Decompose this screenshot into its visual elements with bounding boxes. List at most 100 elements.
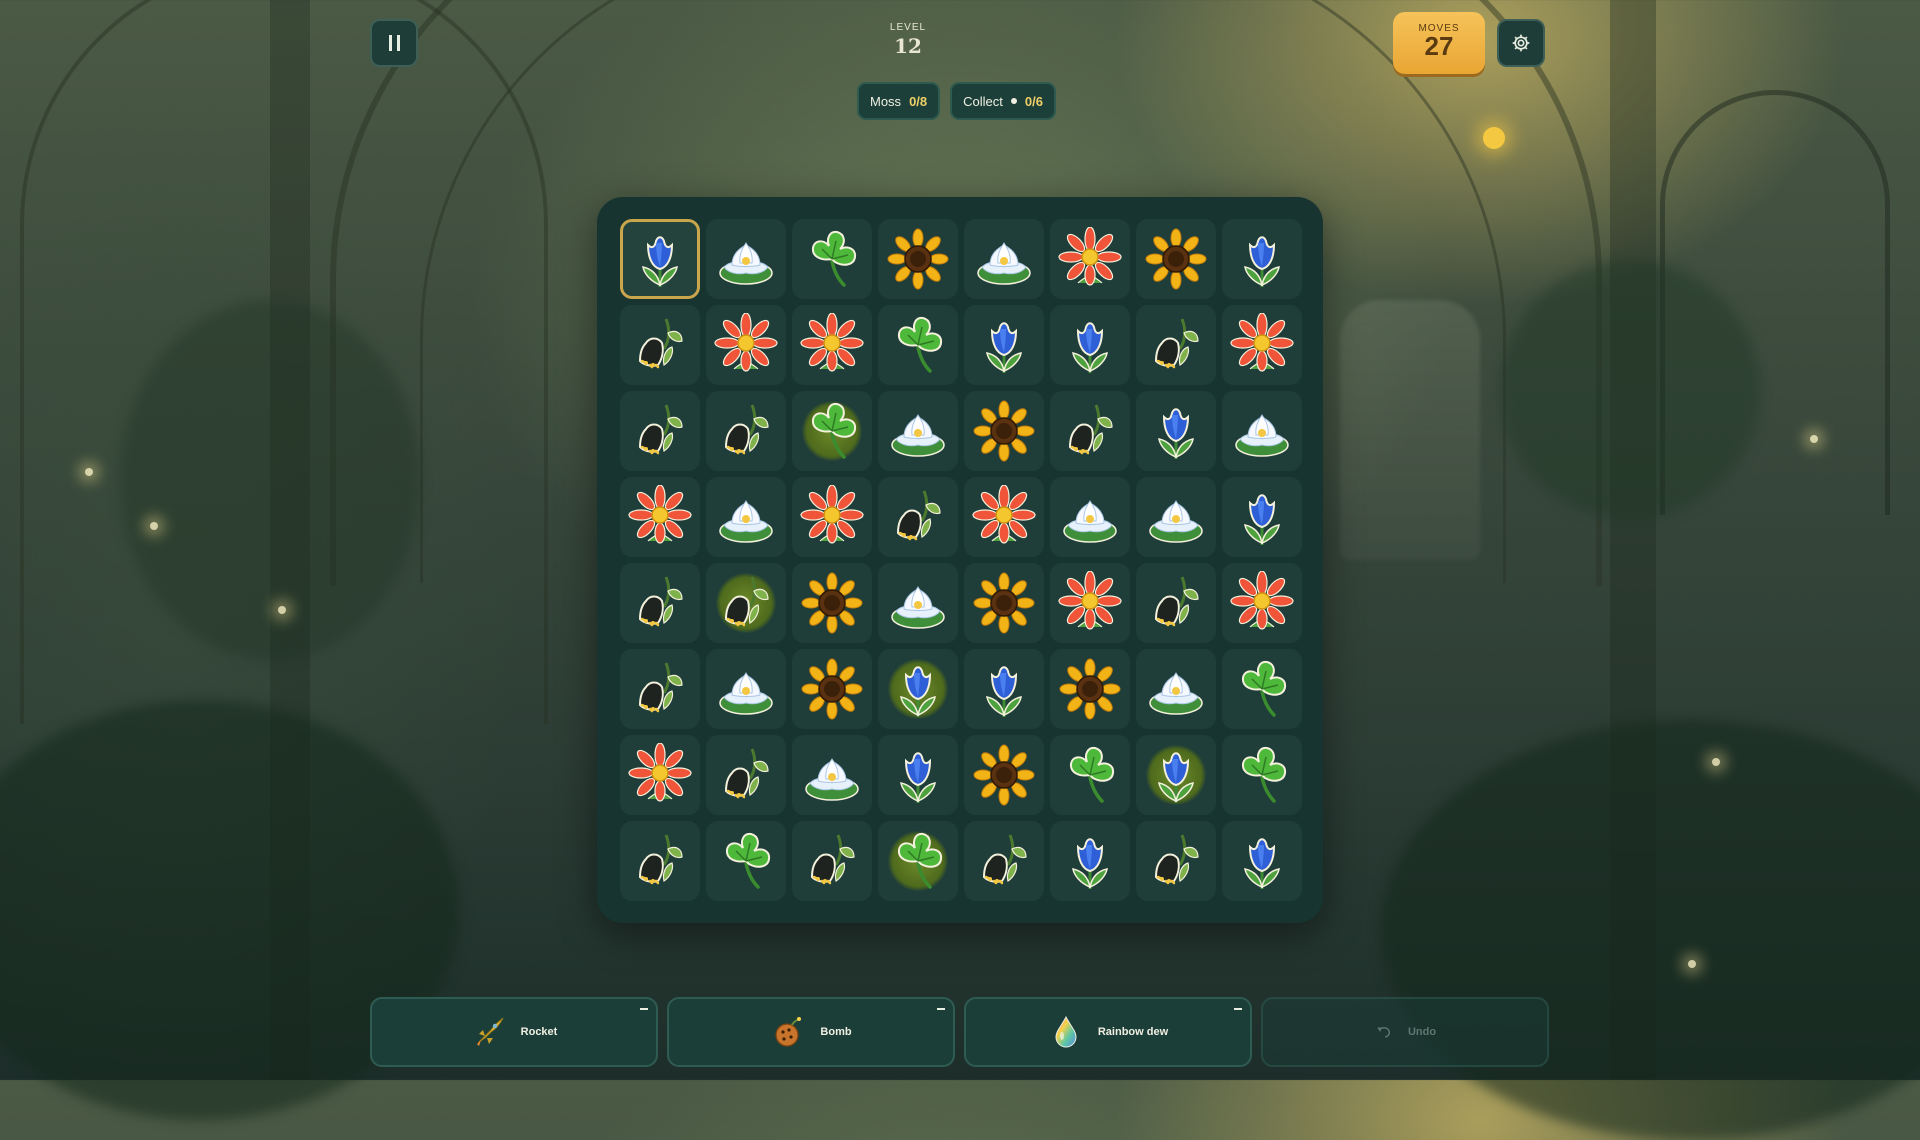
undo-button[interactable]: Undo	[1261, 997, 1549, 1067]
tile-bellflower[interactable]	[706, 735, 786, 815]
tile-lotus[interactable]	[706, 477, 786, 557]
clover-icon	[1069, 746, 1115, 803]
tulip-icon	[900, 666, 936, 717]
lotus-icon	[719, 242, 773, 285]
goal-collect: Collect 0/6	[950, 82, 1056, 120]
tile-lotus[interactable]	[1222, 391, 1302, 471]
tile-lotus[interactable]	[878, 391, 958, 471]
tile-gerbera[interactable]	[620, 735, 700, 815]
tile-lotus[interactable]	[964, 219, 1044, 299]
tile-lotus[interactable]	[1050, 477, 1130, 557]
goal-collect-count: 0/6	[1024, 93, 1043, 109]
tile-bellflower[interactable]	[1050, 391, 1130, 471]
tile-tulip[interactable]	[878, 649, 958, 729]
sunflower-icon	[1145, 228, 1207, 290]
tile-clover[interactable]	[878, 821, 958, 901]
tile-bellflower[interactable]	[878, 477, 958, 557]
tile-lotus[interactable]	[1136, 477, 1216, 557]
bellflower-icon	[896, 490, 941, 541]
tile-gerbera[interactable]	[1050, 563, 1130, 643]
tile-tulip[interactable]	[1222, 821, 1302, 901]
tile-tulip[interactable]	[1222, 219, 1302, 299]
level-label: LEVEL	[889, 22, 927, 33]
tile-bellflower[interactable]	[706, 563, 786, 643]
rocket-button[interactable]: Rocket	[370, 997, 658, 1067]
tile-clover[interactable]	[792, 391, 872, 471]
bellflower-icon	[982, 834, 1027, 885]
goal-moss: Moss 0/8	[857, 82, 941, 120]
lotus-icon	[977, 242, 1031, 285]
tile-lotus[interactable]	[1136, 649, 1216, 729]
bellflower-icon	[724, 404, 769, 455]
tile-clover[interactable]	[1050, 735, 1130, 815]
tile-bellflower[interactable]	[620, 305, 700, 385]
lotus-icon	[1149, 672, 1203, 715]
tile-clover[interactable]	[878, 305, 958, 385]
bellflower-icon	[638, 662, 683, 713]
tile-tulip[interactable]	[964, 649, 1044, 729]
moves-counter: MOVES 27	[1393, 12, 1485, 74]
tile-gerbera[interactable]	[1222, 305, 1302, 385]
firefly	[150, 522, 158, 530]
tile-clover[interactable]	[1222, 649, 1302, 729]
tile-tulip[interactable]	[1050, 305, 1130, 385]
tile-gerbera[interactable]	[1222, 563, 1302, 643]
tile-bellflower[interactable]	[1136, 305, 1216, 385]
sunflower-icon	[801, 572, 863, 634]
tile-sunflower[interactable]	[878, 219, 958, 299]
tile-gerbera[interactable]	[706, 305, 786, 385]
rocket-quantity-indicator	[640, 1008, 648, 1010]
clover-icon	[811, 402, 857, 459]
tile-bellflower[interactable]	[792, 821, 872, 901]
pause-button[interactable]	[370, 19, 418, 67]
tile-sunflower[interactable]	[964, 735, 1044, 815]
tile-tulip[interactable]	[964, 305, 1044, 385]
moves-value: 27	[1424, 31, 1454, 61]
gerbera-icon	[1230, 313, 1294, 372]
tile-bellflower[interactable]	[1136, 563, 1216, 643]
firefly	[1712, 758, 1720, 766]
goal-collect-label: Collect	[963, 93, 1003, 109]
tile-bellflower[interactable]	[620, 821, 700, 901]
settings-button[interactable]	[1497, 19, 1545, 67]
tile-tulip[interactable]	[1136, 391, 1216, 471]
tile-sunflower[interactable]	[1136, 219, 1216, 299]
tile-bellflower[interactable]	[620, 391, 700, 471]
tile-clover[interactable]	[1222, 735, 1302, 815]
tile-sunflower[interactable]	[964, 391, 1044, 471]
tile-bellflower[interactable]	[620, 563, 700, 643]
tile-tulip[interactable]	[620, 219, 700, 299]
tile-tulip[interactable]	[1222, 477, 1302, 557]
tile-gerbera[interactable]	[1050, 219, 1130, 299]
tile-bellflower[interactable]	[964, 821, 1044, 901]
tile-tulip[interactable]	[1136, 735, 1216, 815]
tile-bellflower[interactable]	[706, 391, 786, 471]
gerbera-icon	[1230, 571, 1294, 630]
gerbera-icon	[1058, 227, 1122, 286]
tile-bellflower[interactable]	[1136, 821, 1216, 901]
tile-gerbera[interactable]	[792, 305, 872, 385]
tile-sunflower[interactable]	[792, 563, 872, 643]
tile-tulip[interactable]	[1050, 821, 1130, 901]
firefly	[1810, 435, 1818, 443]
tile-sunflower[interactable]	[964, 563, 1044, 643]
tile-tulip[interactable]	[878, 735, 958, 815]
tile-clover[interactable]	[792, 219, 872, 299]
tile-gerbera[interactable]	[964, 477, 1044, 557]
tile-lotus[interactable]	[792, 735, 872, 815]
bomb-button[interactable]: Bomb	[667, 997, 955, 1067]
bomb-label: Bomb	[820, 1026, 852, 1038]
tile-lotus[interactable]	[706, 219, 786, 299]
clover-icon	[1241, 660, 1287, 717]
tile-bellflower[interactable]	[620, 649, 700, 729]
rainbow-dew-button[interactable]: Rainbow dew	[964, 997, 1252, 1067]
tile-sunflower[interactable]	[1050, 649, 1130, 729]
tile-gerbera[interactable]	[792, 477, 872, 557]
tile-gerbera[interactable]	[620, 477, 700, 557]
gerbera-icon	[800, 313, 864, 372]
firefly	[1688, 960, 1696, 968]
tile-lotus[interactable]	[706, 649, 786, 729]
tile-lotus[interactable]	[878, 563, 958, 643]
tile-clover[interactable]	[706, 821, 786, 901]
tile-sunflower[interactable]	[792, 649, 872, 729]
